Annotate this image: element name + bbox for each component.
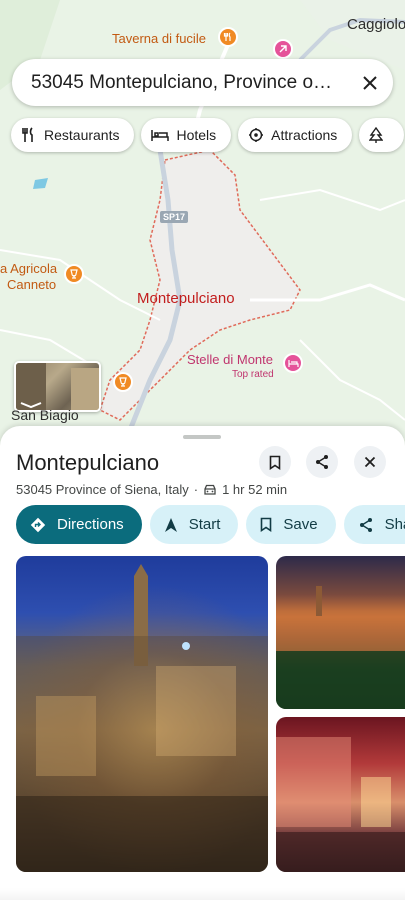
directions-button[interactable]: Directions (16, 505, 142, 544)
car-icon (204, 484, 216, 495)
photo-main[interactable] (16, 556, 268, 872)
save-label: Save (283, 516, 318, 533)
city-label[interactable]: Montepulciano (137, 290, 235, 307)
separator: · (193, 482, 199, 497)
photo-gallery (16, 556, 405, 872)
search-bar[interactable]: 53045 Montepulciano, Province o… (12, 59, 393, 106)
place-sheet[interactable]: Montepulciano 53045 Province of Siena, I… (0, 426, 405, 900)
route-sp17-badge: SP17 (160, 211, 189, 223)
chip-restaurants-label: Restaurants (44, 127, 120, 143)
clear-search-button[interactable] (347, 60, 393, 106)
bookmark-icon (261, 517, 272, 532)
attraction-pin-icon[interactable] (273, 39, 293, 59)
start-button[interactable]: Start (149, 505, 239, 544)
close-icon (364, 456, 376, 468)
poi-agricola-label-line2[interactable]: Canneto (7, 277, 56, 292)
caggiolo-label: Caggiolo (347, 16, 405, 33)
attractions-icon (249, 128, 264, 142)
share-icon (359, 517, 372, 532)
share-icon (316, 455, 328, 469)
close-icon (363, 75, 377, 90)
save-button[interactable]: Save (246, 505, 336, 544)
san-biagio-label: San Biagio (11, 407, 79, 423)
share-icon-button[interactable] (306, 446, 338, 478)
drive-time: 1 hr 52 min (222, 482, 288, 497)
poi-agricola-label-line1[interactable]: a Agricola (0, 261, 57, 276)
share-label: Share (384, 516, 405, 533)
close-sheet-button[interactable] (354, 446, 386, 478)
poi-stelle-sub: Top rated (232, 369, 274, 380)
search-input[interactable]: 53045 Montepulciano, Province o… (31, 72, 347, 94)
chip-hotels-label: Hotels (176, 127, 217, 143)
category-chips: Restaurants Hotels Attractions (11, 118, 405, 152)
chip-attractions[interactable]: Attractions (238, 118, 353, 152)
place-title: Montepulciano (16, 450, 160, 475)
save-icon-button[interactable] (259, 446, 291, 478)
chip-parks[interactable] (359, 118, 405, 152)
winery-pin-icon[interactable] (64, 264, 84, 284)
street-view-thumbnail[interactable] (14, 361, 101, 412)
bookmark-icon (269, 455, 281, 470)
place-address: 53045 Province of Siena, Italy (16, 482, 189, 497)
winery-pin-icon-2[interactable] (113, 372, 133, 392)
directions-label: Directions (57, 516, 124, 533)
share-button[interactable]: Share (343, 505, 405, 544)
drag-handle[interactable] (183, 435, 221, 439)
restaurant-pin-icon[interactable] (218, 27, 238, 47)
hotel-pin-icon[interactable] (283, 353, 303, 373)
chip-attractions-label: Attractions (271, 127, 338, 143)
directions-icon (30, 517, 46, 532)
chip-hotels[interactable]: Hotels (141, 118, 232, 152)
bed-icon (151, 130, 170, 141)
navigation-arrow-icon (164, 517, 177, 532)
action-buttons: Directions Start Save Share (16, 505, 405, 544)
fork-knife-icon (22, 127, 33, 142)
poi-taverna-label[interactable]: Taverna di fucile (112, 31, 206, 46)
start-label: Start (188, 516, 221, 533)
sheet-bottom-edge (0, 888, 405, 900)
photo-night-square[interactable] (276, 717, 405, 872)
tree-icon (369, 127, 384, 143)
poi-stelle-label[interactable]: Stelle di Monte (187, 352, 273, 367)
photo-sunset[interactable] (276, 556, 405, 709)
place-subtitle: 53045 Province of Siena, Italy · 1 hr 52… (16, 482, 287, 497)
chip-restaurants[interactable]: Restaurants (11, 118, 135, 152)
